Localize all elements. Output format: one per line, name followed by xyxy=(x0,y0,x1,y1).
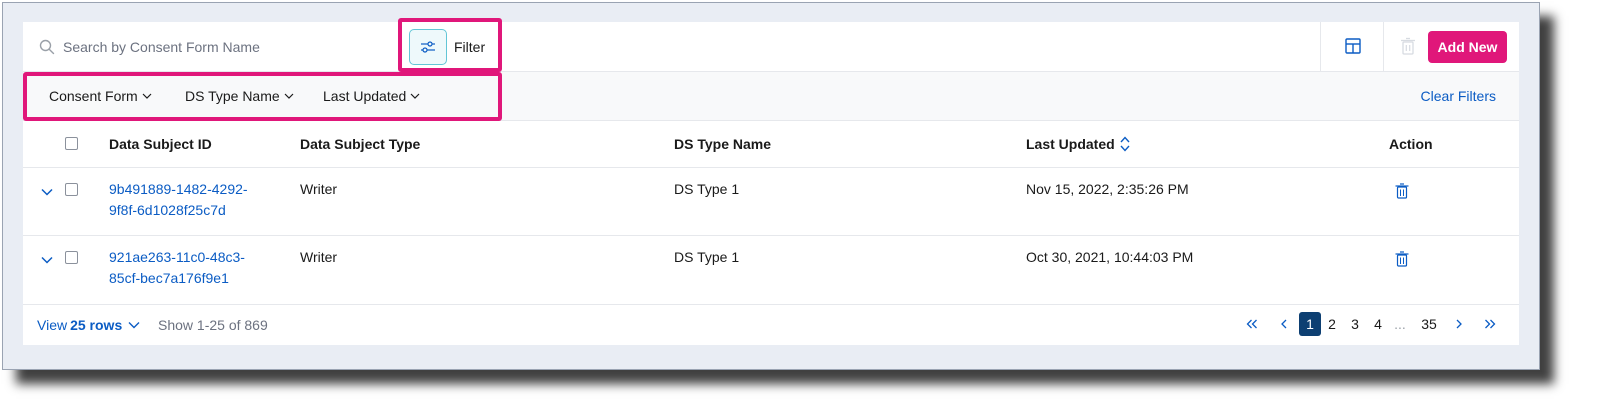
column-header-last-updated[interactable]: Last Updated xyxy=(1026,136,1115,152)
table-header: Data Subject ID Data Subject Type DS Typ… xyxy=(23,121,1519,168)
page-button[interactable]: 4 xyxy=(1371,312,1385,336)
column-header-ds-type-name: DS Type Name xyxy=(674,136,771,152)
table-row: 921ae263-11c0-48c3- 85cf-bec7a176f9e1 Wr… xyxy=(23,236,1519,305)
trash-icon[interactable] xyxy=(1400,37,1416,55)
chevron-down-icon xyxy=(142,93,152,99)
column-header-data-subject-type: Data Subject Type xyxy=(300,136,421,152)
data-subject-type-cell: Writer xyxy=(300,181,338,197)
data-subject-type-cell: Writer xyxy=(300,249,338,265)
filter-button[interactable] xyxy=(409,29,447,65)
add-new-button[interactable]: Add New xyxy=(1428,31,1507,63)
chevron-down-icon xyxy=(410,93,420,99)
delete-icon[interactable] xyxy=(1395,183,1409,199)
columns-icon[interactable] xyxy=(1343,36,1363,56)
chevron-down-icon[interactable] xyxy=(41,188,53,196)
column-header-data-subject-id: Data Subject ID xyxy=(109,136,212,152)
rows-per-page-select[interactable]: View 25 rows xyxy=(37,317,140,333)
chevron-left-icon xyxy=(1281,319,1287,329)
ds-type-name-dropdown[interactable]: DS Type Name xyxy=(185,88,294,104)
chevron-down-icon xyxy=(284,93,294,99)
chevron-down-icon[interactable] xyxy=(41,256,53,264)
table-footer: View 25 rows Show 1-25 of 869 1 2 3 4 ..… xyxy=(23,306,1519,345)
id-line: 9f8f-6d1028f25c7d xyxy=(109,202,226,218)
chevron-right-icon xyxy=(1456,319,1462,329)
last-updated-cell: Nov 15, 2022, 2:35:26 PM xyxy=(1026,181,1189,197)
page-button[interactable]: 2 xyxy=(1325,312,1339,336)
data-subjects-panel: Filter Add New Consent Form xyxy=(23,18,1519,345)
double-chevron-right-icon xyxy=(1485,319,1496,329)
id-line: 921ae263-11c0-48c3- xyxy=(109,249,245,265)
screenshot-frame: Filter Add New Consent Form xyxy=(2,2,1540,370)
previous-page-button[interactable] xyxy=(1278,312,1290,336)
toolbar-divider xyxy=(1383,22,1384,72)
pagination-ellipsis: ... xyxy=(1394,316,1406,332)
search-icon xyxy=(39,39,55,55)
double-chevron-left-icon xyxy=(1246,319,1257,329)
page-button[interactable]: 3 xyxy=(1348,312,1362,336)
last-updated-dropdown[interactable]: Last Updated xyxy=(323,88,420,104)
table-row: 9b491889-1482-4292- 9f8f-6d1028f25c7d Wr… xyxy=(23,168,1519,236)
select-all-checkbox[interactable] xyxy=(65,137,78,150)
ds-type-name-cell: DS Type 1 xyxy=(674,181,740,197)
clear-filters-link[interactable]: Clear Filters xyxy=(1421,88,1496,104)
sliders-icon xyxy=(421,41,435,53)
search-input[interactable] xyxy=(63,34,393,60)
data-subject-id-link[interactable]: 921ae263-11c0-48c3- 85cf-bec7a176f9e1 xyxy=(109,247,269,289)
view-prefix: View xyxy=(37,317,68,333)
dropdown-label: Last Updated xyxy=(323,88,407,104)
id-line: 9b491889-1482-4292- xyxy=(109,181,248,197)
delete-icon[interactable] xyxy=(1395,251,1409,267)
filter-label[interactable]: Filter xyxy=(454,39,485,55)
dropdown-label: DS Type Name xyxy=(185,88,280,104)
ds-type-name-cell: DS Type 1 xyxy=(674,249,740,265)
toolbar-divider xyxy=(1320,22,1321,72)
column-header-action: Action xyxy=(1389,136,1433,152)
page-button-active[interactable]: 1 xyxy=(1299,312,1321,336)
data-subject-id-link[interactable]: 9b491889-1482-4292- 9f8f-6d1028f25c7d xyxy=(109,179,269,221)
next-page-button[interactable] xyxy=(1453,312,1465,336)
sort-icon[interactable] xyxy=(1119,135,1131,153)
toolbar: Filter Add New xyxy=(23,18,1519,72)
page-button[interactable]: 35 xyxy=(1418,312,1440,336)
filter-row: Consent Form DS Type Name Last Updated C… xyxy=(23,72,1519,121)
last-updated-cell: Oct 30, 2021, 10:44:03 PM xyxy=(1026,249,1194,265)
dropdown-label: Consent Form xyxy=(49,88,138,104)
chevron-down-icon xyxy=(128,322,140,329)
last-page-button[interactable] xyxy=(1483,312,1497,336)
id-line: 85cf-bec7a176f9e1 xyxy=(109,270,229,286)
row-checkbox[interactable] xyxy=(65,183,78,196)
first-page-button[interactable] xyxy=(1245,312,1259,336)
view-count: 25 rows xyxy=(70,317,123,333)
record-count: Show 1-25 of 869 xyxy=(158,317,268,333)
row-checkbox[interactable] xyxy=(65,251,78,264)
consent-form-dropdown[interactable]: Consent Form xyxy=(49,88,152,104)
